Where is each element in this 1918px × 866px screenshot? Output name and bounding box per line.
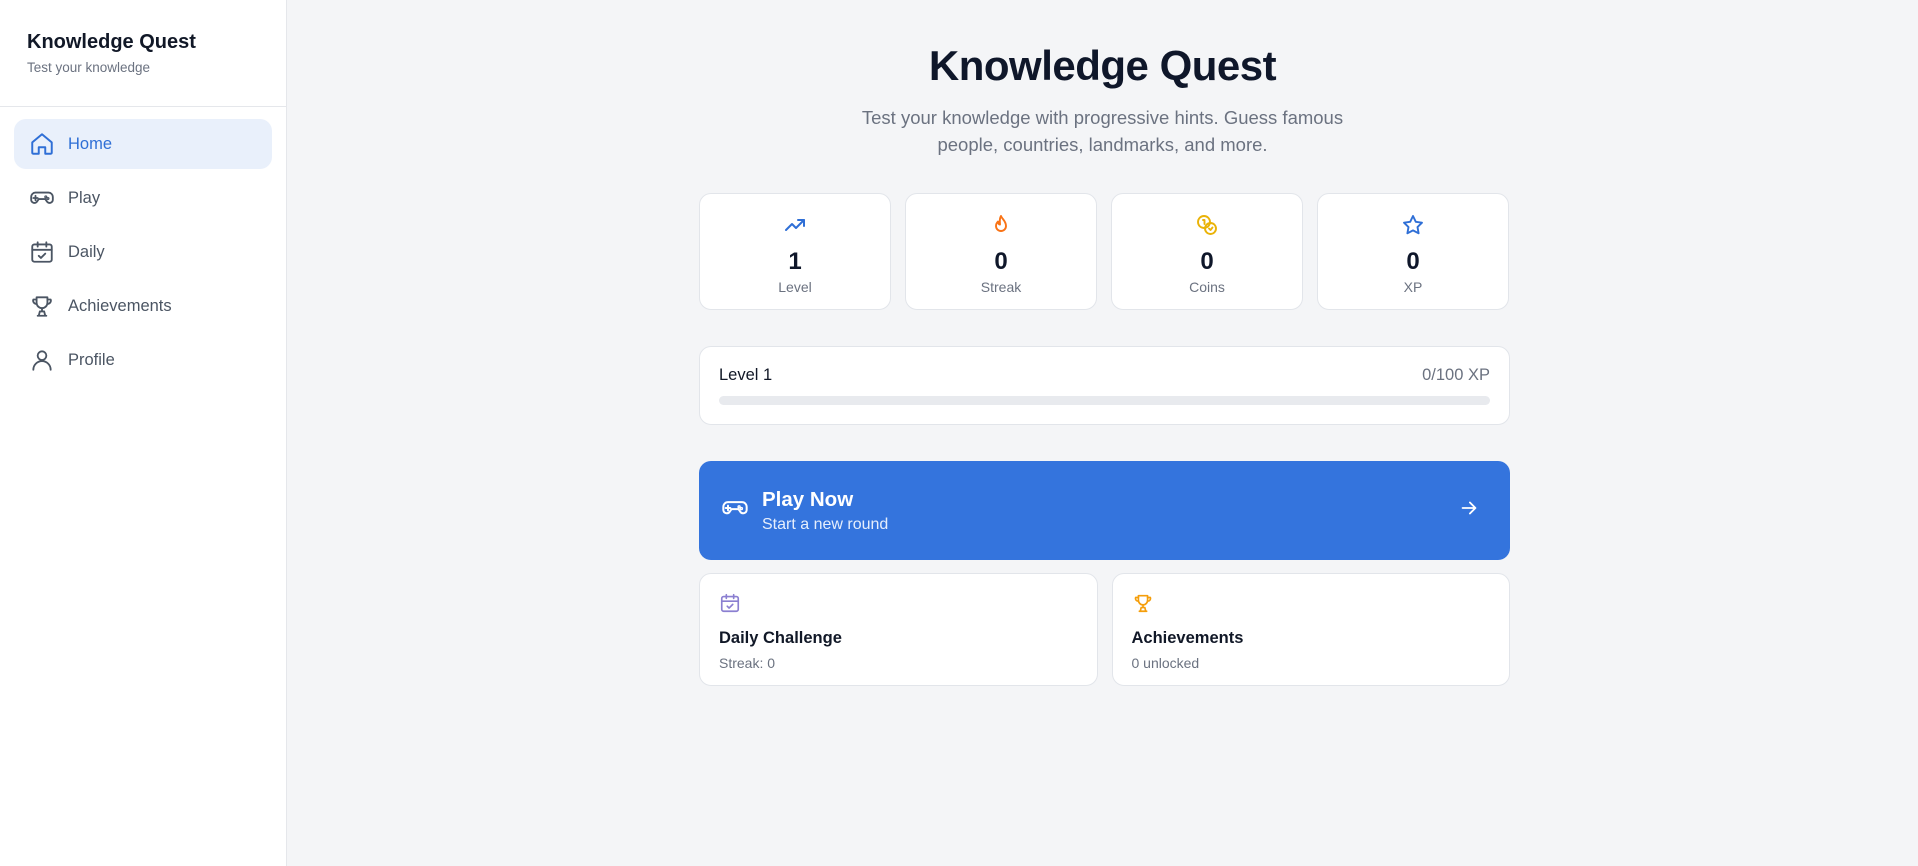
trophy-icon <box>29 293 55 319</box>
stat-label: XP <box>1403 279 1423 295</box>
quick-links: Daily Challenge Streak: 0 Achievements 0… <box>699 573 1510 686</box>
stats-row: 1 Level 0 Streak 0 Coins 0 XP <box>699 193 1510 310</box>
stat-value: 0 <box>994 248 1008 275</box>
dashboard: 1 Level 0 Streak 0 Coins 0 XP Level 1 0/… <box>699 193 1510 686</box>
achievements-card[interactable]: Achievements 0 unlocked <box>1111 573 1510 686</box>
sidebar-nav: Home Play Daily Achievements Profile <box>0 107 286 401</box>
sidebar-item-label: Daily <box>68 242 105 261</box>
sidebar-item-label: Profile <box>68 350 115 369</box>
daily-challenge-card[interactable]: Daily Challenge Streak: 0 <box>699 573 1098 686</box>
star-icon <box>1401 213 1425 242</box>
user-icon <box>29 347 55 373</box>
gamepad-icon <box>29 185 55 211</box>
gamepad-icon <box>721 494 749 527</box>
stat-label: Coins <box>1189 279 1225 295</box>
home-icon <box>29 131 55 157</box>
stat-value: 0 <box>1406 248 1420 275</box>
stat-card-coins: 0 Coins <box>1111 193 1303 310</box>
xp-progress-bar <box>719 396 1490 405</box>
play-now-text: Play Now Start a new round <box>762 488 1458 534</box>
sidebar-item-home[interactable]: Home <box>14 119 272 169</box>
arrow-right-icon <box>1458 497 1480 524</box>
sidebar-item-profile[interactable]: Profile <box>14 335 272 385</box>
play-now-title: Play Now <box>762 487 854 511</box>
main-content: Knowledge Quest Test your knowledge with… <box>287 0 1918 866</box>
level-label: Level 1 <box>719 366 773 384</box>
trending-up-icon <box>783 213 807 242</box>
play-now-button[interactable]: Play Now Start a new round <box>699 461 1510 560</box>
stat-value: 0 <box>1200 248 1214 275</box>
trophy-icon <box>1132 594 1154 618</box>
daily-challenge-subtitle: Streak: 0 <box>719 655 776 671</box>
sidebar-item-daily[interactable]: Daily <box>14 227 272 277</box>
calendar-check-icon <box>29 239 55 265</box>
app-title: Knowledge Quest <box>27 31 196 53</box>
level-progress-card: Level 1 0/100 XP <box>699 346 1510 425</box>
daily-challenge-title: Daily Challenge <box>719 629 842 647</box>
page-subtitle: Test your knowledge with progressive hin… <box>861 107 1344 155</box>
stat-value: 1 <box>788 248 802 275</box>
sidebar-item-play[interactable]: Play <box>14 173 272 223</box>
app-subtitle: Test your knowledge <box>27 60 151 75</box>
sidebar-item-label: Play <box>68 188 101 207</box>
stat-card-streak: 0 Streak <box>905 193 1097 310</box>
stat-label: Streak <box>980 279 1022 295</box>
sidebar-item-label: Home <box>68 134 113 153</box>
sidebar-item-label: Achievements <box>68 296 172 315</box>
level-row: Level 1 0/100 XP <box>719 366 1490 385</box>
coins-icon <box>1195 213 1219 242</box>
achievements-title: Achievements <box>1131 629 1244 647</box>
play-now-subtitle: Start a new round <box>762 515 889 533</box>
level-xp: 0/100 XP <box>1422 366 1490 384</box>
page-title: Knowledge Quest <box>928 42 1277 89</box>
stat-label: Level <box>778 279 812 295</box>
sidebar: Knowledge Quest Test your knowledge Home… <box>0 0 287 866</box>
stat-card-level: 1 Level <box>699 193 891 310</box>
sidebar-item-achievements[interactable]: Achievements <box>14 281 272 331</box>
achievements-subtitle: 0 unlocked <box>1131 655 1200 671</box>
brand: Knowledge Quest Test your knowledge <box>0 0 286 107</box>
flame-icon <box>989 213 1013 242</box>
calendar-check-icon <box>719 593 741 618</box>
stat-card-xp: 0 XP <box>1317 193 1509 310</box>
